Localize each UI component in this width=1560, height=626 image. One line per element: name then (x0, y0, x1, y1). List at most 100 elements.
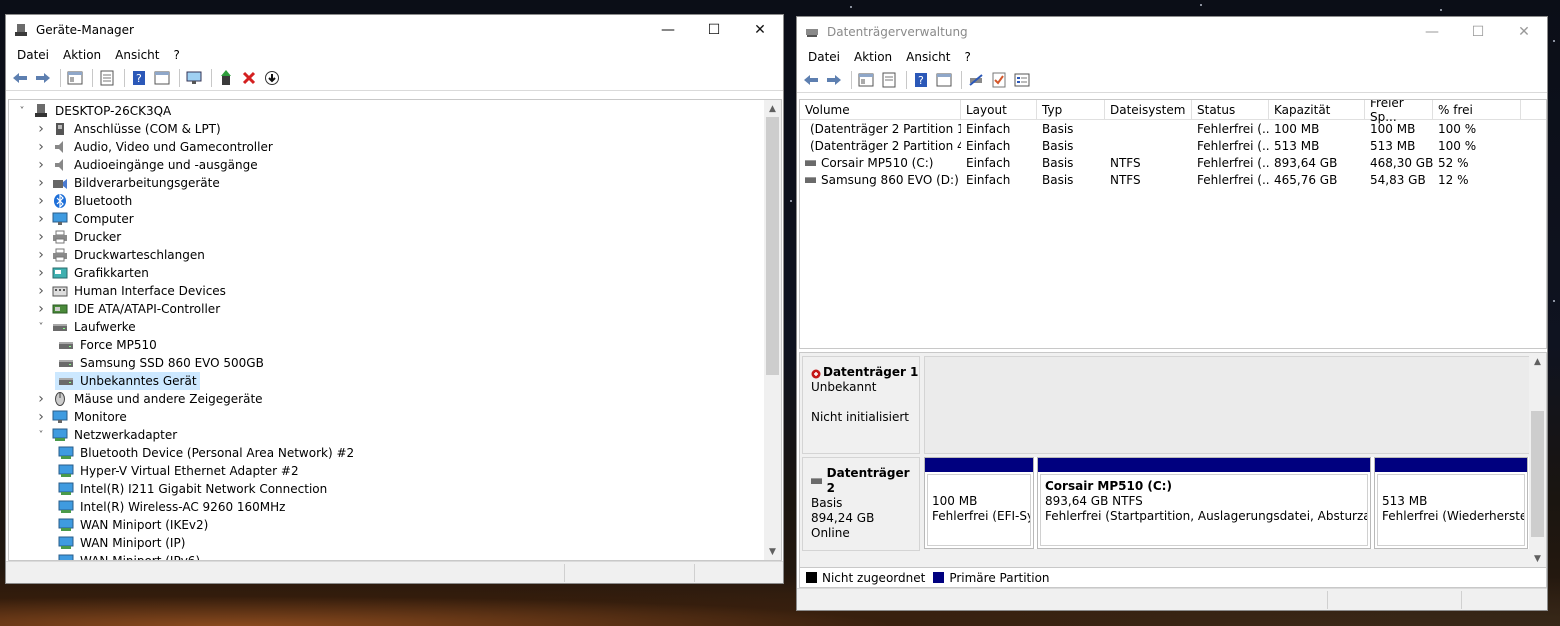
update-driver-icon[interactable] (216, 68, 236, 88)
device-category[interactable]: › Audioeingänge und -ausgänge (36, 156, 261, 174)
chevron-right-icon[interactable]: › (36, 229, 46, 245)
connect-icon[interactable] (966, 70, 986, 90)
volume-row[interactable]: (Datenträger 2 Partition 4) Einfach Basis F… (800, 137, 1546, 154)
device-category[interactable]: › Human Interface Devices (36, 282, 229, 300)
device-category[interactable]: › IDE ATA/ATAPI-Controller (36, 300, 223, 318)
help-icon[interactable]: ? (129, 68, 149, 88)
properties-icon[interactable] (97, 68, 117, 88)
column-header[interactable]: Freier Sp... (1365, 100, 1433, 124)
device-category[interactable]: › Anschlüsse (COM & LPT) (36, 120, 224, 138)
graph-vertical-scrollbar[interactable]: ▲ ▼ (1529, 353, 1546, 567)
chevron-right-icon[interactable]: › (36, 139, 46, 155)
forward-arrow-icon[interactable] (33, 68, 53, 88)
chevron-right-icon[interactable]: › (36, 211, 46, 227)
help-icon[interactable]: ? (911, 70, 931, 90)
chevron-down-icon[interactable]: ˅ (17, 106, 27, 117)
column-header[interactable]: Kapazität (1269, 100, 1365, 120)
back-arrow-icon[interactable] (801, 70, 821, 90)
disable-device-icon[interactable] (262, 68, 282, 88)
volume-row[interactable]: Corsair MP510 (C:) Einfach Basis NTFS Fehler… (800, 154, 1546, 171)
scrollbar-thumb[interactable] (766, 117, 779, 375)
chevron-right-icon[interactable]: › (36, 265, 46, 281)
chevron-right-icon[interactable]: › (36, 157, 46, 173)
volume-row[interactable]: (Datenträger 2 Partition 1) Einfach Basis F… (800, 120, 1546, 137)
device-category[interactable]: › Monitore (36, 408, 130, 426)
device-item[interactable]: Force MP510 (55, 336, 160, 354)
chevron-right-icon[interactable]: › (36, 301, 46, 317)
menu-ansicht[interactable]: Ansicht (899, 50, 957, 64)
chevron-down-icon[interactable]: ˅ (36, 430, 46, 441)
column-header[interactable]: Dateisystem (1105, 100, 1192, 120)
menu-help[interactable]: ? (957, 50, 977, 64)
device-category[interactable]: › Drucker (36, 228, 124, 246)
menu-aktion[interactable]: Aktion (847, 50, 899, 64)
tree-root[interactable]: ˅ DESKTOP-26CK3QA (17, 102, 174, 120)
device-item[interactable]: Hyper-V Virtual Ethernet Adapter #2 (55, 462, 302, 480)
menu-datei[interactable]: Datei (801, 50, 847, 64)
device-tree[interactable]: WAN Miniport (IPv6) WAN Miniport (IP) WAN … (8, 99, 782, 561)
volume-row[interactable]: Samsung 860 EVO (D:) Einfach Basis NTFS Fehl… (800, 171, 1546, 188)
menu-aktion[interactable]: Aktion (56, 48, 108, 62)
column-header[interactable]: Typ (1037, 100, 1105, 120)
close-button[interactable]: ✕ (737, 15, 783, 45)
device-item[interactable]: WAN Miniport (IP) (55, 534, 188, 552)
device-category[interactable]: › Druckwarteschlangen (36, 246, 208, 264)
show-hidden-icon[interactable] (152, 68, 172, 88)
scrollbar-thumb[interactable] (1531, 411, 1544, 537)
minimize-button[interactable]: — (1409, 17, 1455, 47)
device-item[interactable]: Unbekanntes Gerät (55, 372, 200, 390)
back-arrow-icon[interactable] (10, 68, 30, 88)
device-item[interactable]: Intel(R) Wireless-AC 9260 160MHz (55, 498, 288, 516)
disk2-label[interactable]: Datenträger 2 Basis 894,24 GB Online (802, 457, 920, 551)
device-item[interactable]: Samsung SSD 860 EVO 500GB (55, 354, 267, 372)
maximize-button[interactable]: ☐ (1455, 17, 1501, 47)
maximize-button[interactable]: ☐ (691, 15, 737, 45)
console-tree-icon[interactable] (65, 68, 85, 88)
device-category[interactable]: › Bildverarbeitungsgeräte (36, 174, 223, 192)
disk1-area[interactable] (924, 356, 1530, 454)
column-header[interactable]: % frei (1433, 100, 1521, 120)
chevron-right-icon[interactable]: › (36, 391, 46, 407)
device-item[interactable]: Bluetooth Device (Personal Area Network)… (55, 444, 357, 462)
device-category[interactable]: › Audio, Video und Gamecontroller (36, 138, 276, 156)
menu-datei[interactable]: Datei (10, 48, 56, 62)
checklist-icon[interactable] (989, 70, 1009, 90)
menu-help[interactable]: ? (166, 48, 186, 62)
partition-efi[interactable]: 100 MB Fehlerfrei (EFI-Syst (924, 457, 1034, 549)
chevron-right-icon[interactable]: › (36, 175, 46, 191)
column-header[interactable]: Status (1192, 100, 1269, 120)
properties-icon[interactable] (879, 70, 899, 90)
uninstall-device-icon[interactable] (239, 68, 259, 88)
chevron-down-icon[interactable]: ˅ (36, 322, 46, 333)
chevron-right-icon[interactable]: › (36, 193, 46, 209)
scroll-up-icon[interactable]: ▲ (1529, 353, 1546, 370)
disk1-label[interactable]: Datenträger 1 Unbekannt Nicht initialisi… (802, 356, 920, 454)
device-category[interactable]: › Grafikkarten (36, 264, 152, 282)
device-item[interactable]: WAN Miniport (IKEv2) (55, 516, 211, 534)
tree-vertical-scrollbar[interactable]: ▲ ▼ (764, 100, 781, 560)
forward-arrow-icon[interactable] (824, 70, 844, 90)
device-manager-titlebar[interactable]: Geräte-Manager — ☐ ✕ (6, 15, 783, 45)
device-category[interactable]: ˅ Laufwerke (36, 318, 139, 336)
chevron-right-icon[interactable]: › (36, 409, 46, 425)
device-item[interactable]: WAN Miniport (IPv6) (55, 552, 203, 560)
show-hide-icon[interactable] (934, 70, 954, 90)
column-header[interactable]: Layout (961, 100, 1037, 120)
column-header[interactable]: Volume (800, 100, 961, 120)
device-item[interactable]: Intel(R) I211 Gigabit Network Connection (55, 480, 330, 498)
disk-management-titlebar[interactable]: Datenträgerverwaltung — ☐ ✕ (797, 17, 1547, 47)
device-category[interactable]: › Computer (36, 210, 137, 228)
minimize-button[interactable]: — (645, 15, 691, 45)
console-tree-icon[interactable] (856, 70, 876, 90)
scan-hardware-icon[interactable] (184, 68, 204, 88)
device-category[interactable]: › Bluetooth (36, 192, 135, 210)
partition-recovery[interactable]: 513 MB Fehlerfrei (Wiederherstellu (1374, 457, 1528, 549)
device-category[interactable]: › Mäuse und andere Zeigegeräte (36, 390, 266, 408)
settings-list-icon[interactable] (1012, 70, 1032, 90)
chevron-right-icon[interactable]: › (36, 247, 46, 263)
menu-ansicht[interactable]: Ansicht (108, 48, 166, 62)
device-category[interactable]: ˅ Netzwerkadapter (36, 426, 180, 444)
partition-c[interactable]: Corsair MP510 (C:) 893,64 GB NTFS Fehler… (1037, 457, 1371, 549)
scroll-down-icon[interactable]: ▼ (1529, 550, 1546, 567)
scroll-up-icon[interactable]: ▲ (764, 100, 781, 117)
